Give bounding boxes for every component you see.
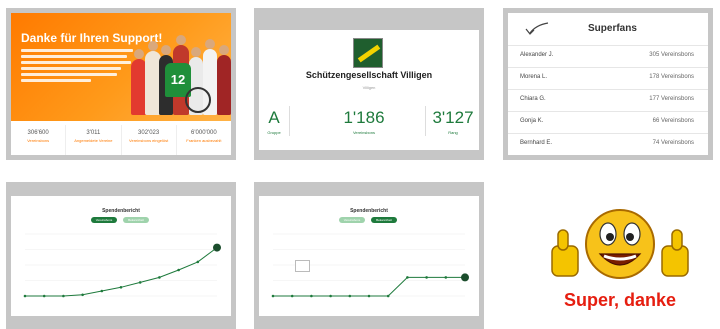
data-point [158,276,161,279]
wheelchair-icon [185,87,211,113]
superfan-row: Bernhard E. 74 Vereinsbons [508,133,708,154]
thanks-emoji-tile: Super, danke [540,200,700,325]
superfan-row: Alexander J. 305 Vereinsbons [508,45,708,66]
vereinsbons-toggle[interactable]: Vereinsbons [91,217,117,223]
data-point [196,260,200,264]
data-point [23,294,27,298]
chart-tooltip [295,260,311,272]
data-point [367,294,371,298]
club-kpis: A Gruppe 1'186 Vereinsbons 3'127 Rang [259,100,479,140]
data-point [310,294,313,298]
chart-right-tile: Spendenbericht Vereinsbons Bekanntheit [254,182,484,329]
club-tile: Schützengesellschaft Villigen Villigen A… [254,8,484,160]
line-chart [271,233,469,298]
supporters-illustration: 12 [129,23,231,115]
superfan-row: Chiara G. 177 Vereinsbons [508,89,708,110]
promo-stats: 306'600 Vereinsbons 3'011 Angemeldete Ve… [11,125,231,155]
promo-card: Danke für Ihren Support! 12 306'600 Vere… [11,13,231,155]
kpi-group: A Gruppe [267,108,281,135]
data-point [406,276,409,279]
data-point [177,268,180,272]
bekanntheit-toggle[interactable]: Bekanntheit [123,217,149,223]
club-subtitle: Villigen [362,85,376,90]
line-chart [23,233,221,298]
chart-left-card: Spendenbericht Vereinsbons Bekanntheit [11,196,231,316]
kpi-vereinsbons: 1'186 Vereinsbons [343,108,385,135]
data-point [62,294,65,298]
promo-banner: Danke für Ihren Support! 12 [11,13,231,121]
data-point [138,281,142,284]
series-line [25,247,218,297]
data-point [386,294,390,298]
chart-right-card: Spendenbericht Vereinsbons Bekanntheit [259,196,479,316]
chart-left-tile: Spendenbericht Vereinsbons Bekanntheit [6,182,236,329]
thanks-caption: Super, danke [563,290,677,310]
data-point [329,294,332,298]
data-point [100,289,104,293]
superfan-row: Gonja K. 66 Vereinsbons [508,111,708,132]
series-line [273,276,465,297]
promo-stat: 306'600 Vereinsbons [11,125,67,155]
bekanntheit-toggle[interactable]: Bekanntheit [371,217,397,223]
data-point [444,276,448,279]
data-point [119,286,123,289]
chart-title: Spendenbericht [102,208,140,214]
club-logo [353,38,383,68]
vereinsbons-toggle[interactable]: Vereinsbons [339,217,365,223]
data-point [213,243,221,252]
data-point [42,294,46,298]
club-name: Schützengesellschaft Villigen [305,70,433,80]
promo-stat: 302'023 Vereinsbons eingelöst [122,125,177,155]
data-point [81,293,84,297]
chart-title: Spendenbericht [350,208,388,214]
promo-stat: 6'000'000 Franken ausbezahlt [186,130,222,143]
promo-text-lines [21,49,133,85]
data-point [348,294,352,298]
data-point [271,294,275,298]
promo-stat: 3'011 Angemeldete Vereine [66,125,122,155]
kpi-rank: 3'127 Rang [432,108,474,135]
promo-tile: Danke für Ihren Support! 12 306'600 Vere… [6,8,236,160]
thumbs-up-smiley-icon [551,209,689,279]
arrow-icon [525,22,549,35]
superfan-row: Morena L. 178 Vereinsbons [508,67,708,88]
superfans-card: Superfans Alexander J. 305 Vereinsbons Mo… [508,13,708,155]
data-point [461,273,469,282]
data-point [425,276,428,279]
club-card: Schützengesellschaft Villigen Villigen A… [259,30,479,150]
superfans-title: Superfans [588,23,637,34]
superfans-tile: Superfans Alexander J. 305 Vereinsbons Mo… [503,8,713,160]
data-point [290,294,294,298]
